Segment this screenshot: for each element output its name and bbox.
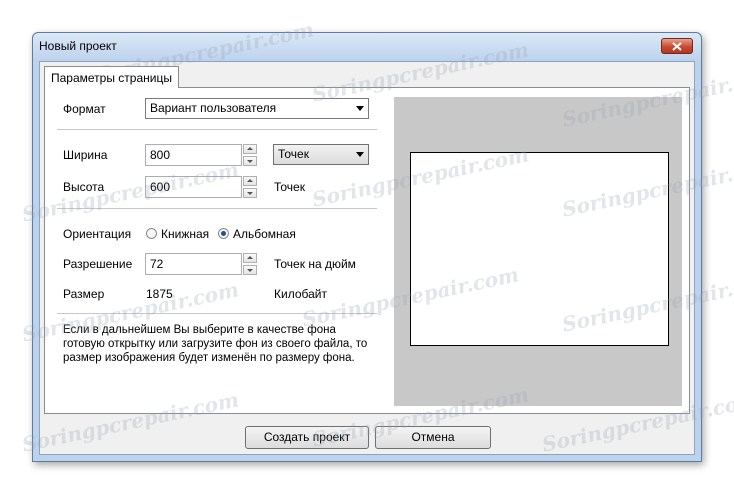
window-title: Новый проект: [39, 39, 117, 53]
width-spinner[interactable]: [243, 144, 257, 166]
orientation-label: Ориентация: [63, 227, 132, 241]
spin-down-icon[interactable]: [243, 265, 257, 275]
background-note: Если в дальнейшем Вы выберите в качестве…: [63, 324, 368, 364]
spin-up-icon[interactable]: [243, 176, 257, 186]
chevron-down-icon: [356, 106, 364, 111]
height-unit: Точек: [274, 180, 305, 194]
size-value: 1875: [146, 287, 173, 301]
resolution-input[interactable]: 72: [145, 253, 242, 275]
spin-down-icon[interactable]: [243, 188, 257, 198]
size-label: Размер: [63, 287, 105, 301]
page-settings-panel: Формат Вариант пользователя Ширина 800 Т…: [44, 87, 690, 414]
width-value: 800: [150, 148, 171, 162]
format-label: Формат: [63, 102, 106, 116]
divider: [57, 129, 377, 130]
new-project-dialog: Новый проект Параметры страницы Формат В…: [32, 32, 702, 462]
width-input[interactable]: 800: [145, 144, 242, 166]
resolution-label: Разрешение: [63, 257, 133, 271]
close-icon: [672, 42, 682, 51]
height-value: 600: [150, 180, 171, 194]
height-label: Высота: [63, 180, 105, 194]
format-value: Вариант пользователя: [150, 101, 277, 115]
page-preview: [394, 97, 682, 406]
preview-page: [410, 152, 669, 346]
width-label: Ширина: [63, 148, 108, 162]
chevron-down-icon: [356, 152, 364, 157]
tab-page-settings[interactable]: Параметры страницы: [44, 66, 179, 88]
size-unit: Килобайт: [274, 287, 327, 301]
resolution-unit: Точек на дюйм: [274, 257, 356, 271]
format-select[interactable]: Вариант пользователя: [145, 98, 369, 119]
divider: [57, 208, 377, 209]
divider: [57, 313, 377, 314]
resolution-spinner[interactable]: [243, 253, 257, 275]
close-button[interactable]: [661, 38, 693, 54]
dialog-client-area: Параметры страницы Формат Вариант пользо…: [39, 61, 695, 455]
create-project-button[interactable]: Создать проект: [245, 426, 369, 449]
spin-up-icon[interactable]: [243, 253, 257, 263]
title-bar[interactable]: Новый проект: [33, 33, 701, 59]
cancel-button[interactable]: Отмена: [375, 426, 491, 449]
landscape-radio[interactable]: [218, 228, 229, 239]
resolution-value: 72: [150, 257, 164, 271]
landscape-label[interactable]: Альбомная: [233, 227, 296, 241]
height-input[interactable]: 600: [145, 176, 242, 198]
spin-down-icon[interactable]: [243, 156, 257, 166]
portrait-label[interactable]: Книжная: [161, 227, 209, 241]
portrait-radio[interactable]: [146, 228, 157, 239]
height-spinner[interactable]: [243, 176, 257, 198]
units-select[interactable]: Точек: [273, 144, 369, 165]
spin-up-icon[interactable]: [243, 144, 257, 154]
units-value: Точек: [278, 147, 309, 161]
